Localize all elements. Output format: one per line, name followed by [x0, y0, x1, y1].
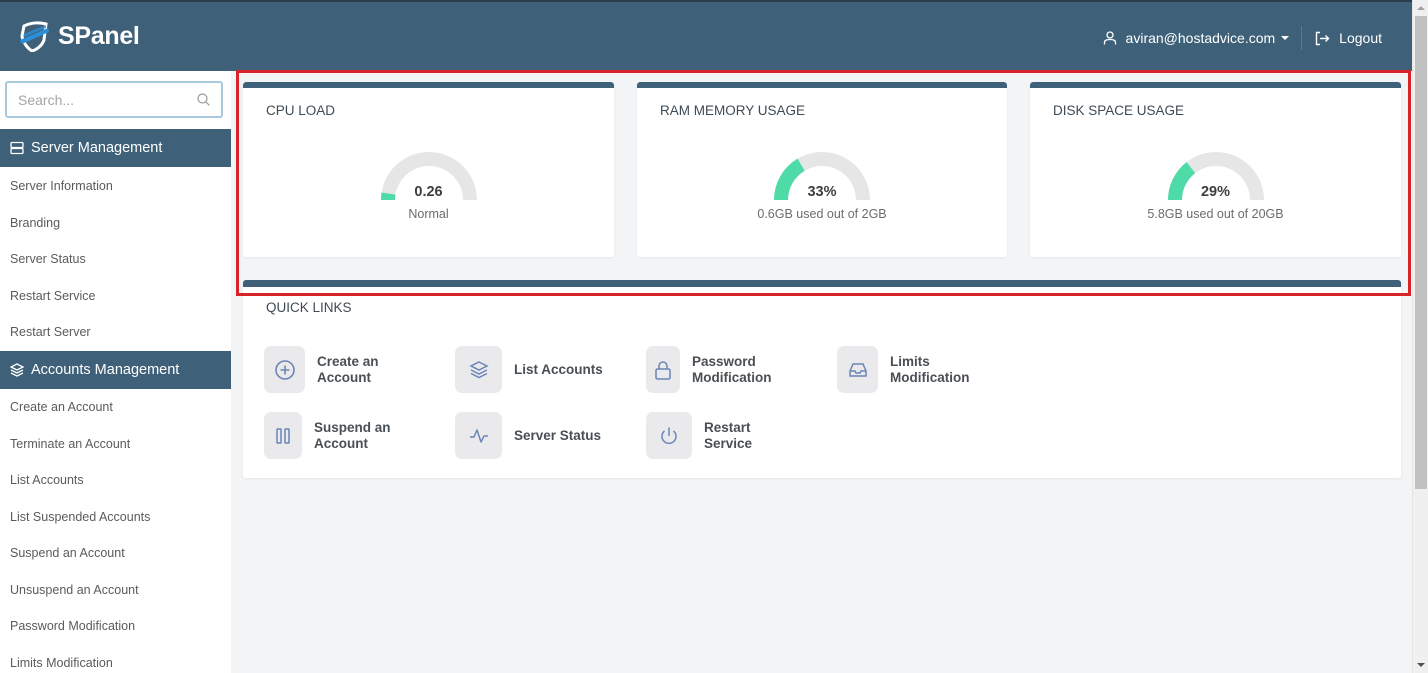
quick-links-card: QUICK LINKS Create an Account List Accou…: [243, 280, 1401, 478]
search-box: [5, 81, 223, 118]
quick-link-label: Suspend an Account: [314, 419, 391, 451]
quick-link-label: Server Status: [514, 427, 602, 443]
sidebar-item-server-information[interactable]: Server Information: [10, 179, 113, 193]
layers-icon: [468, 360, 489, 378]
lock-icon: [655, 360, 671, 380]
spanel-logo-icon: [20, 21, 49, 52]
user-icon: [1103, 31, 1116, 45]
ram-value: 33%: [807, 184, 837, 200]
ram-usage-card: RAM MEMORY USAGE 33% 0.6GB used out of 2…: [637, 82, 1007, 257]
quick-link-label: Restart Service: [704, 419, 753, 451]
quick-link-restart-service[interactable]: Restart Service: [646, 412, 774, 459]
logout-button[interactable]: Logout: [1315, 30, 1382, 46]
section-title: Accounts Management: [31, 362, 180, 378]
card-title: RAM MEMORY USAGE: [660, 103, 806, 118]
card-topbar: [1030, 82, 1401, 88]
logout-label: Logout: [1339, 30, 1382, 46]
chevron-down-icon: [1281, 36, 1290, 40]
sidebar-item-list-suspended-accounts[interactable]: List Suspended Accounts: [10, 510, 150, 524]
quick-link-list-accounts[interactable]: List Accounts: [455, 346, 603, 393]
section-title: Server Management: [31, 140, 163, 156]
sidebar-section-accounts-management[interactable]: Accounts Management: [0, 351, 231, 389]
sidebar-item-list-accounts[interactable]: List Accounts: [10, 473, 84, 487]
cpu-load-card: CPU LOAD 0.26 Normal: [243, 82, 614, 257]
sidebar-item-branding[interactable]: Branding: [10, 216, 60, 230]
logo[interactable]: SPanel: [18, 20, 140, 52]
card-topbar: [637, 82, 1007, 88]
sidebar-item-unsuspend-account[interactable]: Unsuspend an Account: [10, 583, 139, 597]
scrollbar-thumb[interactable]: [1415, 16, 1427, 489]
activity-icon: [469, 428, 488, 443]
quick-link-limits-modification[interactable]: Limits Modification: [837, 346, 990, 393]
scroll-up-arrow-icon[interactable]: [1417, 6, 1425, 10]
quick-link-create-account[interactable]: Create an Account: [264, 346, 417, 393]
inbox-icon: [848, 362, 867, 377]
card-title: DISK SPACE USAGE: [1053, 103, 1185, 118]
quick-link-label: List Accounts: [514, 361, 603, 377]
quick-links-title: QUICK LINKS: [266, 300, 352, 315]
search-icon[interactable]: [197, 93, 210, 106]
sidebar-item-create-account[interactable]: Create an Account: [10, 400, 113, 414]
sidebar-section-server-management[interactable]: Server Management: [0, 129, 231, 167]
disk-value: 29%: [1200, 184, 1231, 200]
scroll-down-arrow-icon[interactable]: [1417, 663, 1425, 667]
power-icon: [661, 427, 677, 444]
card-topbar: [243, 82, 614, 88]
server-icon: [10, 141, 24, 155]
ram-detail: 0.6GB used out of 2GB: [757, 207, 887, 221]
sidebar-item-limits-modification[interactable]: Limits Modification: [10, 656, 113, 670]
sidebar: Server Management Server Information Bra…: [0, 71, 231, 673]
disk-detail: 5.8GB used out of 20GB: [1147, 207, 1284, 221]
card-title: CPU LOAD: [266, 103, 336, 118]
sidebar-item-server-status[interactable]: Server Status: [10, 252, 86, 266]
quick-link-password-modification[interactable]: Password Modification: [646, 346, 792, 393]
user-menu[interactable]: aviran@hostadvice.com: [1103, 26, 1303, 50]
quick-link-label: Limits Modification: [890, 353, 970, 385]
logout-icon: [1315, 31, 1330, 45]
cpu-status: Normal: [408, 207, 449, 221]
disk-usage-card: DISK SPACE USAGE 29% 5.8GB used out of 2…: [1030, 82, 1401, 257]
sidebar-item-password-modification[interactable]: Password Modification: [10, 619, 135, 633]
plus-circle-icon: [274, 359, 295, 380]
brand-name: SPanel: [58, 21, 140, 50]
quick-link-server-status[interactable]: Server Status: [455, 412, 601, 459]
pause-icon: [276, 427, 290, 444]
quick-link-label: Password Modification: [692, 353, 772, 385]
sidebar-item-terminate-account[interactable]: Terminate an Account: [10, 437, 130, 451]
quick-link-label: Create an Account: [317, 353, 379, 385]
user-email: aviran@hostadvice.com: [1125, 30, 1276, 46]
quick-link-suspend-account[interactable]: Suspend an Account: [264, 412, 414, 459]
layers-icon: [10, 363, 24, 377]
cpu-value: 0.26: [414, 184, 443, 200]
card-topbar: [243, 280, 1401, 287]
page-scrollbar[interactable]: [1412, 0, 1428, 673]
top-header: SPanel aviran@hostadvice.com Logout: [0, 0, 1412, 71]
sidebar-item-restart-service[interactable]: Restart Service: [10, 289, 95, 303]
sidebar-item-restart-server[interactable]: Restart Server: [10, 325, 91, 339]
sidebar-item-suspend-account[interactable]: Suspend an Account: [10, 546, 125, 560]
search-input[interactable]: [7, 83, 187, 116]
